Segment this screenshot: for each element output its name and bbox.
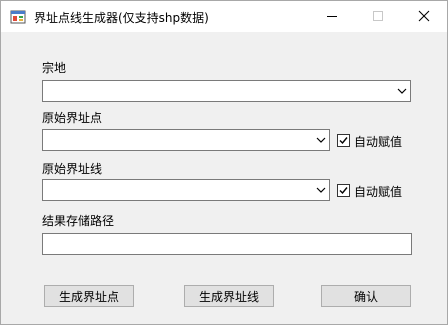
auto-assign-lines-label[interactable]: 自动赋值 xyxy=(354,183,402,200)
app-icon xyxy=(10,10,26,24)
original-points-combobox[interactable] xyxy=(42,129,330,151)
result-path-label: 结果存储路径 xyxy=(42,214,115,228)
window-title: 界址点线生成器(仅支持shp数据) xyxy=(34,11,209,25)
checkmark-icon xyxy=(339,187,348,195)
parcel-combobox[interactable] xyxy=(42,80,411,102)
close-icon xyxy=(418,10,430,22)
auto-assign-lines-checkbox[interactable] xyxy=(337,184,350,197)
original-lines-combobox[interactable] xyxy=(42,179,330,201)
generate-points-button[interactable]: 生成界址点 xyxy=(44,285,134,307)
parcel-label: 宗地 xyxy=(42,61,67,75)
close-button[interactable] xyxy=(401,1,447,32)
chevron-down-icon xyxy=(316,187,326,193)
auto-assign-points-label[interactable]: 自动赋值 xyxy=(354,133,402,150)
checkmark-icon xyxy=(339,137,348,145)
maximize-icon xyxy=(373,11,383,21)
chevron-down-icon xyxy=(397,88,407,94)
generate-lines-button[interactable]: 生成界址线 xyxy=(184,285,274,307)
chevron-down-icon xyxy=(316,137,326,143)
minimize-button[interactable] xyxy=(309,1,355,32)
main-window: 界址点线生成器(仅支持shp数据) 宗地 原始界址点 自动赋值 原始界址线 自动… xyxy=(0,0,448,325)
minimize-icon xyxy=(327,16,337,17)
result-path-input[interactable] xyxy=(42,233,412,255)
maximize-button[interactable] xyxy=(355,1,401,32)
confirm-button[interactable]: 确认 xyxy=(321,285,411,307)
original-lines-label: 原始界址线 xyxy=(42,162,103,176)
title-bar[interactable]: 界址点线生成器(仅支持shp数据) xyxy=(1,1,447,32)
original-points-label: 原始界址点 xyxy=(42,111,103,125)
auto-assign-points-checkbox[interactable] xyxy=(337,134,350,147)
